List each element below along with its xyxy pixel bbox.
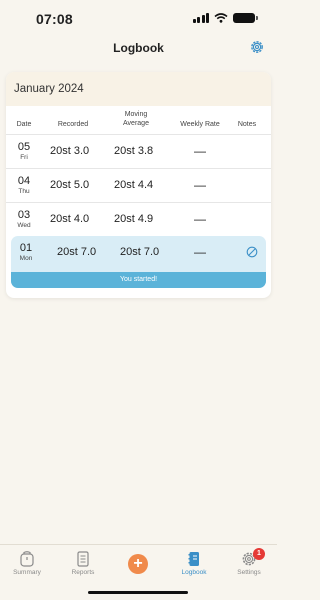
row-recorded: 20st 3.0 <box>50 145 90 157</box>
row-average: 20st 4.9 <box>114 213 154 225</box>
tab-settings[interactable]: Settings <box>224 551 274 576</box>
row-day: 05 <box>17 141 31 153</box>
table-row[interactable]: 05 Fri 20st 3.0 20st 3.8 — <box>6 134 271 168</box>
row-day: 01 <box>19 242 33 254</box>
row-weekly-rate: — <box>194 178 206 192</box>
status-time: 07:08 <box>36 11 73 27</box>
row-recorded: 20st 5.0 <box>50 179 90 191</box>
column-header-moving-average-line1: Moving <box>124 111 148 118</box>
table-row[interactable]: 03 Wed 20st 4.0 20st 4.9 — <box>6 202 271 236</box>
column-header-recorded: Recorded <box>57 121 89 128</box>
column-header-date: Date <box>16 121 32 128</box>
screen: 07:08 Logbook January 2024 Date Recorded… <box>0 0 277 600</box>
table-row[interactable]: 04 Thu 20st 5.0 20st 4.4 — <box>6 168 271 202</box>
status-icons <box>192 13 258 23</box>
tab-reports-label: Reports <box>71 569 95 576</box>
gear-icon[interactable] <box>249 39 265 55</box>
column-header-moving-average: Moving Average <box>112 110 160 128</box>
row-weekly-rate: — <box>194 245 206 259</box>
row-weekday: Thu <box>18 188 30 195</box>
row-average: 20st 3.8 <box>114 145 154 157</box>
row-weekly-rate: — <box>194 212 206 226</box>
tab-summary[interactable]: Summary <box>2 551 52 576</box>
status-bar: 07:08 <box>0 0 277 34</box>
tab-logbook[interactable]: Logbook <box>169 551 219 576</box>
column-header-notes: Notes <box>237 121 257 128</box>
page-title: Logbook <box>113 41 164 55</box>
row-average: 20st 7.0 <box>120 246 160 258</box>
row-day: 04 <box>17 175 31 187</box>
row-weekday: Wed <box>17 222 31 229</box>
row-recorded: 20st 7.0 <box>57 246 97 258</box>
tab-summary-label: Summary <box>13 569 41 576</box>
battery-icon <box>233 13 258 23</box>
tab-settings-label: Settings <box>237 569 261 576</box>
settings-badge: 1 <box>253 548 265 560</box>
row-average: 20st 4.4 <box>114 179 154 191</box>
home-indicator[interactable] <box>88 591 188 594</box>
table-row-start[interactable]: 01 Mon 20st 7.0 20st 7.0 — You started! <box>11 236 266 288</box>
tab-logbook-label: Logbook <box>181 569 207 576</box>
logbook-icon <box>188 552 199 566</box>
column-header-moving-average-line2: Average <box>123 120 149 127</box>
summary-icon <box>20 551 34 567</box>
started-banner: You started! <box>11 272 266 288</box>
add-entry-button[interactable]: + <box>128 554 148 574</box>
month-header: January 2024 <box>6 72 271 106</box>
no-entry-icon[interactable] <box>246 246 258 258</box>
wifi-icon <box>214 13 228 23</box>
row-day: 03 <box>17 209 31 221</box>
tab-reports[interactable]: Reports <box>58 551 108 576</box>
logbook-card: January 2024 Date Recorded Moving Averag… <box>6 72 271 298</box>
row-weekday: Fri <box>20 154 28 161</box>
cellular-signal-icon <box>192 13 209 23</box>
reports-icon <box>77 551 89 567</box>
row-weekly-rate: — <box>194 144 206 158</box>
row-recorded: 20st 4.0 <box>50 213 90 225</box>
column-header-weekly-rate: Weekly Rate <box>180 121 220 128</box>
row-weekday: Mon <box>19 255 33 262</box>
